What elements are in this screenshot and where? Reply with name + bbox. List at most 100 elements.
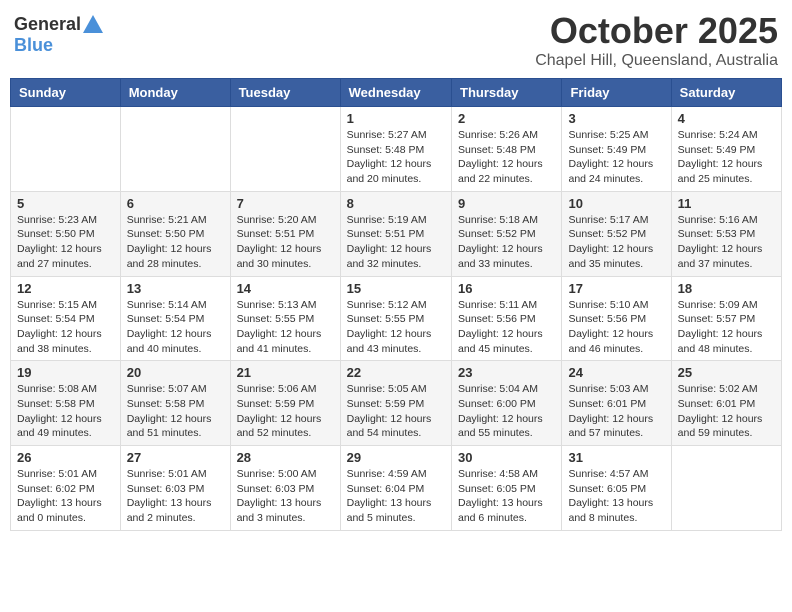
day-number: 23 [458, 365, 555, 380]
calendar-cell: 23Sunrise: 5:04 AM Sunset: 6:00 PM Dayli… [452, 361, 562, 446]
day-number: 4 [678, 111, 775, 126]
day-number: 31 [568, 450, 664, 465]
day-info: Sunrise: 5:27 AM Sunset: 5:48 PM Dayligh… [347, 128, 445, 187]
calendar-cell: 28 Sunrise: 5:00 AM Sunset: 6:03 PM Dayli… [230, 446, 340, 531]
day-number: 25 [678, 365, 775, 380]
day-number: 10 [568, 196, 664, 211]
day-info: Sunrise: 5:13 AM Sunset: 5:55 PM Dayligh… [237, 298, 334, 357]
day-info: Sunrise: 4:59 AM Sunset: 6:04 PM Dayligh… [347, 467, 445, 526]
day-info: Sunrise: 5:00 AM Sunset: 6:03 PM Dayligh… [237, 467, 334, 526]
day-number: 1 [347, 111, 445, 126]
header: General Blue October 2025 Chapel Hill, Q… [10, 10, 782, 70]
calendar-table: SundayMondayTuesdayWednesdayThursdayFrid… [10, 78, 782, 531]
day-number: 12 [17, 281, 114, 296]
day-info: Sunrise: 5:12 AM Sunset: 5:55 PM Dayligh… [347, 298, 445, 357]
day-info: Sunrise: 5:18 AM Sunset: 5:52 PM Dayligh… [458, 213, 555, 272]
day-info: Sunrise: 5:05 AM Sunset: 5:59 PM Dayligh… [347, 382, 445, 441]
calendar-header-row: SundayMondayTuesdayWednesdayThursdayFrid… [11, 79, 782, 107]
day-info: Sunrise: 5:02 AM Sunset: 6:01 PM Dayligh… [678, 382, 775, 441]
day-info: Sunrise: 5:14 AM Sunset: 5:54 PM Dayligh… [127, 298, 224, 357]
day-number: 6 [127, 196, 224, 211]
day-info: Sunrise: 5:17 AM Sunset: 5:52 PM Dayligh… [568, 213, 664, 272]
day-number: 28 [237, 450, 334, 465]
day-info: Sunrise: 5:19 AM Sunset: 5:51 PM Dayligh… [347, 213, 445, 272]
calendar-cell: 16Sunrise: 5:11 AM Sunset: 5:56 PM Dayli… [452, 276, 562, 361]
calendar-cell [120, 107, 230, 192]
day-info: Sunrise: 5:11 AM Sunset: 5:56 PM Dayligh… [458, 298, 555, 357]
calendar-cell: 24 Sunrise: 5:03 AM Sunset: 6:01 PM Dayli… [562, 361, 671, 446]
calendar-cell: 25 Sunrise: 5:02 AM Sunset: 6:01 PM Dayli… [671, 361, 781, 446]
day-info: Sunrise: 5:15 AM Sunset: 5:54 PM Dayligh… [17, 298, 114, 357]
day-number: 7 [237, 196, 334, 211]
calendar-cell [11, 107, 121, 192]
day-number: 14 [237, 281, 334, 296]
day-info: Sunrise: 5:08 AM Sunset: 5:58 PM Dayligh… [17, 382, 114, 441]
calendar-cell: 4 Sunrise: 5:24 AM Sunset: 5:49 PM Daylig… [671, 107, 781, 192]
calendar-cell: 30 Sunrise: 4:58 AM Sunset: 6:05 PM Dayli… [452, 446, 562, 531]
day-info: Sunrise: 4:58 AM Sunset: 6:05 PM Dayligh… [458, 467, 555, 526]
day-info: Sunrise: 5:09 AM Sunset: 5:57 PM Dayligh… [678, 298, 775, 357]
day-info: Sunrise: 5:21 AM Sunset: 5:50 PM Dayligh… [127, 213, 224, 272]
day-number: 24 [568, 365, 664, 380]
calendar-cell: 2 Sunrise: 5:26 AM Sunset: 5:48 PM Daylig… [452, 107, 562, 192]
calendar-cell [671, 446, 781, 531]
logo-triangle-icon [83, 15, 103, 33]
day-number: 18 [678, 281, 775, 296]
day-number: 15 [347, 281, 445, 296]
calendar-cell: 5Sunrise: 5:23 AM Sunset: 5:50 PM Daylig… [11, 191, 121, 276]
column-header-monday: Monday [120, 79, 230, 107]
calendar-week-row: 5Sunrise: 5:23 AM Sunset: 5:50 PM Daylig… [11, 191, 782, 276]
calendar-week-row: 19 Sunrise: 5:08 AM Sunset: 5:58 PM Dayli… [11, 361, 782, 446]
day-info: Sunrise: 5:16 AM Sunset: 5:53 PM Dayligh… [678, 213, 775, 272]
day-number: 3 [568, 111, 664, 126]
day-number: 21 [237, 365, 334, 380]
day-number: 13 [127, 281, 224, 296]
day-info: Sunrise: 5:01 AM Sunset: 6:02 PM Dayligh… [17, 467, 114, 526]
day-info: Sunrise: 5:25 AM Sunset: 5:49 PM Dayligh… [568, 128, 664, 187]
day-info: Sunrise: 5:24 AM Sunset: 5:49 PM Dayligh… [678, 128, 775, 187]
calendar-cell: 10 Sunrise: 5:17 AM Sunset: 5:52 PM Dayli… [562, 191, 671, 276]
column-header-saturday: Saturday [671, 79, 781, 107]
column-header-wednesday: Wednesday [340, 79, 451, 107]
column-header-tuesday: Tuesday [230, 79, 340, 107]
day-number: 30 [458, 450, 555, 465]
title-area: October 2025 Chapel Hill, Queensland, Au… [535, 10, 778, 70]
day-info: Sunrise: 5:23 AM Sunset: 5:50 PM Dayligh… [17, 213, 114, 272]
day-info: Sunrise: 5:26 AM Sunset: 5:48 PM Dayligh… [458, 128, 555, 187]
calendar-cell: 31 Sunrise: 4:57 AM Sunset: 6:05 PM Dayli… [562, 446, 671, 531]
day-number: 2 [458, 111, 555, 126]
logo-general-text: General [14, 14, 81, 35]
day-number: 29 [347, 450, 445, 465]
column-header-friday: Friday [562, 79, 671, 107]
day-number: 8 [347, 196, 445, 211]
logo: General Blue [14, 14, 103, 56]
calendar-cell: 17Sunrise: 5:10 AM Sunset: 5:56 PM Dayli… [562, 276, 671, 361]
day-number: 22 [347, 365, 445, 380]
sub-title: Chapel Hill, Queensland, Australia [535, 52, 778, 70]
logo-blue-text: Blue [14, 35, 53, 56]
day-info: Sunrise: 4:57 AM Sunset: 6:05 PM Dayligh… [568, 467, 664, 526]
calendar-cell: 21 Sunrise: 5:06 AM Sunset: 5:59 PM Dayli… [230, 361, 340, 446]
day-number: 17 [568, 281, 664, 296]
calendar-cell: 7Sunrise: 5:20 AM Sunset: 5:51 PM Daylig… [230, 191, 340, 276]
day-number: 9 [458, 196, 555, 211]
calendar-week-row: 1 Sunrise: 5:27 AM Sunset: 5:48 PM Daylig… [11, 107, 782, 192]
day-info: Sunrise: 5:06 AM Sunset: 5:59 PM Dayligh… [237, 382, 334, 441]
day-number: 11 [678, 196, 775, 211]
calendar-cell: 29 Sunrise: 4:59 AM Sunset: 6:04 PM Dayli… [340, 446, 451, 531]
calendar-cell: 22 Sunrise: 5:05 AM Sunset: 5:59 PM Dayli… [340, 361, 451, 446]
calendar-cell: 6 Sunrise: 5:21 AM Sunset: 5:50 PM Daylig… [120, 191, 230, 276]
day-number: 26 [17, 450, 114, 465]
column-header-thursday: Thursday [452, 79, 562, 107]
calendar-cell: 14 Sunrise: 5:13 AM Sunset: 5:55 PM Dayli… [230, 276, 340, 361]
day-info: Sunrise: 5:03 AM Sunset: 6:01 PM Dayligh… [568, 382, 664, 441]
calendar-cell: 19 Sunrise: 5:08 AM Sunset: 5:58 PM Dayli… [11, 361, 121, 446]
calendar-week-row: 26 Sunrise: 5:01 AM Sunset: 6:02 PM Dayli… [11, 446, 782, 531]
calendar-cell: 27Sunrise: 5:01 AM Sunset: 6:03 PM Dayli… [120, 446, 230, 531]
calendar-cell: 1 Sunrise: 5:27 AM Sunset: 5:48 PM Daylig… [340, 107, 451, 192]
main-title: October 2025 [535, 10, 778, 52]
day-number: 19 [17, 365, 114, 380]
calendar-cell: 8 Sunrise: 5:19 AM Sunset: 5:51 PM Daylig… [340, 191, 451, 276]
day-info: Sunrise: 5:01 AM Sunset: 6:03 PM Dayligh… [127, 467, 224, 526]
column-header-sunday: Sunday [11, 79, 121, 107]
